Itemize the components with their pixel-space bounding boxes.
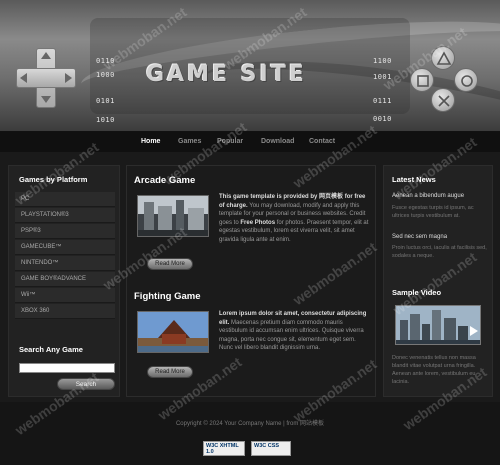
square-button-icon — [410, 68, 434, 92]
nav-popular[interactable]: Popular — [217, 138, 243, 145]
game-description: Lorem ipsum dolor sit amet, consectetur … — [219, 311, 367, 351]
search-input[interactable] — [19, 363, 115, 373]
cross-button-icon — [431, 88, 455, 112]
binary-text: 1100 — [373, 57, 392, 65]
video-description: Donec venenatis tellus non massa blandit… — [392, 355, 476, 385]
news-item-title[interactable]: Aenean a bibendum augue — [392, 193, 488, 199]
triangle-button-icon — [431, 46, 455, 70]
left-sidebar: Games by Platform PC PLAYSTATION®3 PSP®3… — [8, 165, 120, 397]
binary-text: 1000 — [96, 71, 115, 79]
nav-download[interactable]: Download — [261, 138, 294, 145]
binary-text: 0110 — [96, 57, 115, 65]
footer — [0, 402, 500, 465]
platforms-heading: Games by Platform — [19, 175, 88, 184]
search-heading: Search Any Game — [19, 345, 83, 354]
main-nav: Home Games Popular Download Contact — [0, 132, 500, 152]
header-banner: 0110 1000 0101 1010 1100 1001 0111 0010 … — [0, 0, 500, 132]
platform-link[interactable]: GAME BOY®ADVANCE — [15, 272, 115, 287]
platform-link[interactable]: PSP®3 — [15, 224, 115, 239]
right-sidebar: Latest News Aenean a bibendum augue Fusc… — [383, 165, 493, 397]
news-heading: Latest News — [392, 175, 436, 184]
binary-text: 0111 — [373, 97, 392, 105]
copyright-text: Copyright © 2024 Your Company Name | fro… — [175, 421, 325, 427]
w3c-xhtml-badge[interactable]: W3C XHTML 1.0 — [203, 441, 245, 456]
arcade-thumbnail — [137, 195, 209, 237]
site-title: GAME SITE — [146, 62, 307, 87]
platform-link[interactable]: GAMECUBE™ — [15, 240, 115, 255]
search-button[interactable]: Search — [57, 378, 115, 390]
game-title: Arcade Game — [134, 175, 196, 186]
read-more-button[interactable]: Read More — [147, 258, 193, 270]
nav-contact[interactable]: Contact — [309, 138, 335, 145]
news-item-title[interactable]: Sed nec sem magna — [392, 234, 488, 240]
platform-link[interactable]: XBOX 360 — [15, 304, 115, 319]
circle-button-icon — [454, 68, 478, 92]
main-content: Arcade Game This game template is provid… — [126, 165, 376, 397]
nav-games[interactable]: Games — [178, 138, 201, 145]
w3c-css-badge[interactable]: W3C CSS — [251, 441, 291, 456]
fighting-thumbnail — [137, 311, 209, 353]
video-heading: Sample Video — [392, 288, 442, 297]
binary-text: 0010 — [373, 115, 392, 123]
platform-link[interactable]: PLAYSTATION®3 — [15, 208, 115, 223]
nav-home[interactable]: Home — [141, 138, 160, 145]
dpad-icon — [16, 48, 76, 108]
platform-link[interactable]: NINTENDO™ — [15, 256, 115, 271]
game-description: This game template is provided by 网页模板 f… — [219, 194, 369, 243]
platform-link[interactable]: Wii™ — [15, 288, 115, 303]
news-item-text: Fusce egestas turpis id ipsum, ac ultric… — [392, 205, 474, 219]
platform-link[interactable]: PC — [15, 192, 115, 207]
read-more-button[interactable]: Read More — [147, 366, 193, 378]
news-item-text: Proin luctus orci, iaculis at facilisis … — [392, 245, 487, 259]
game-title: Fighting Game — [134, 291, 201, 302]
sample-video[interactable] — [395, 305, 481, 345]
binary-text: 1010 — [96, 116, 115, 124]
binary-text: 1001 — [373, 73, 392, 81]
binary-text: 0101 — [96, 97, 115, 105]
